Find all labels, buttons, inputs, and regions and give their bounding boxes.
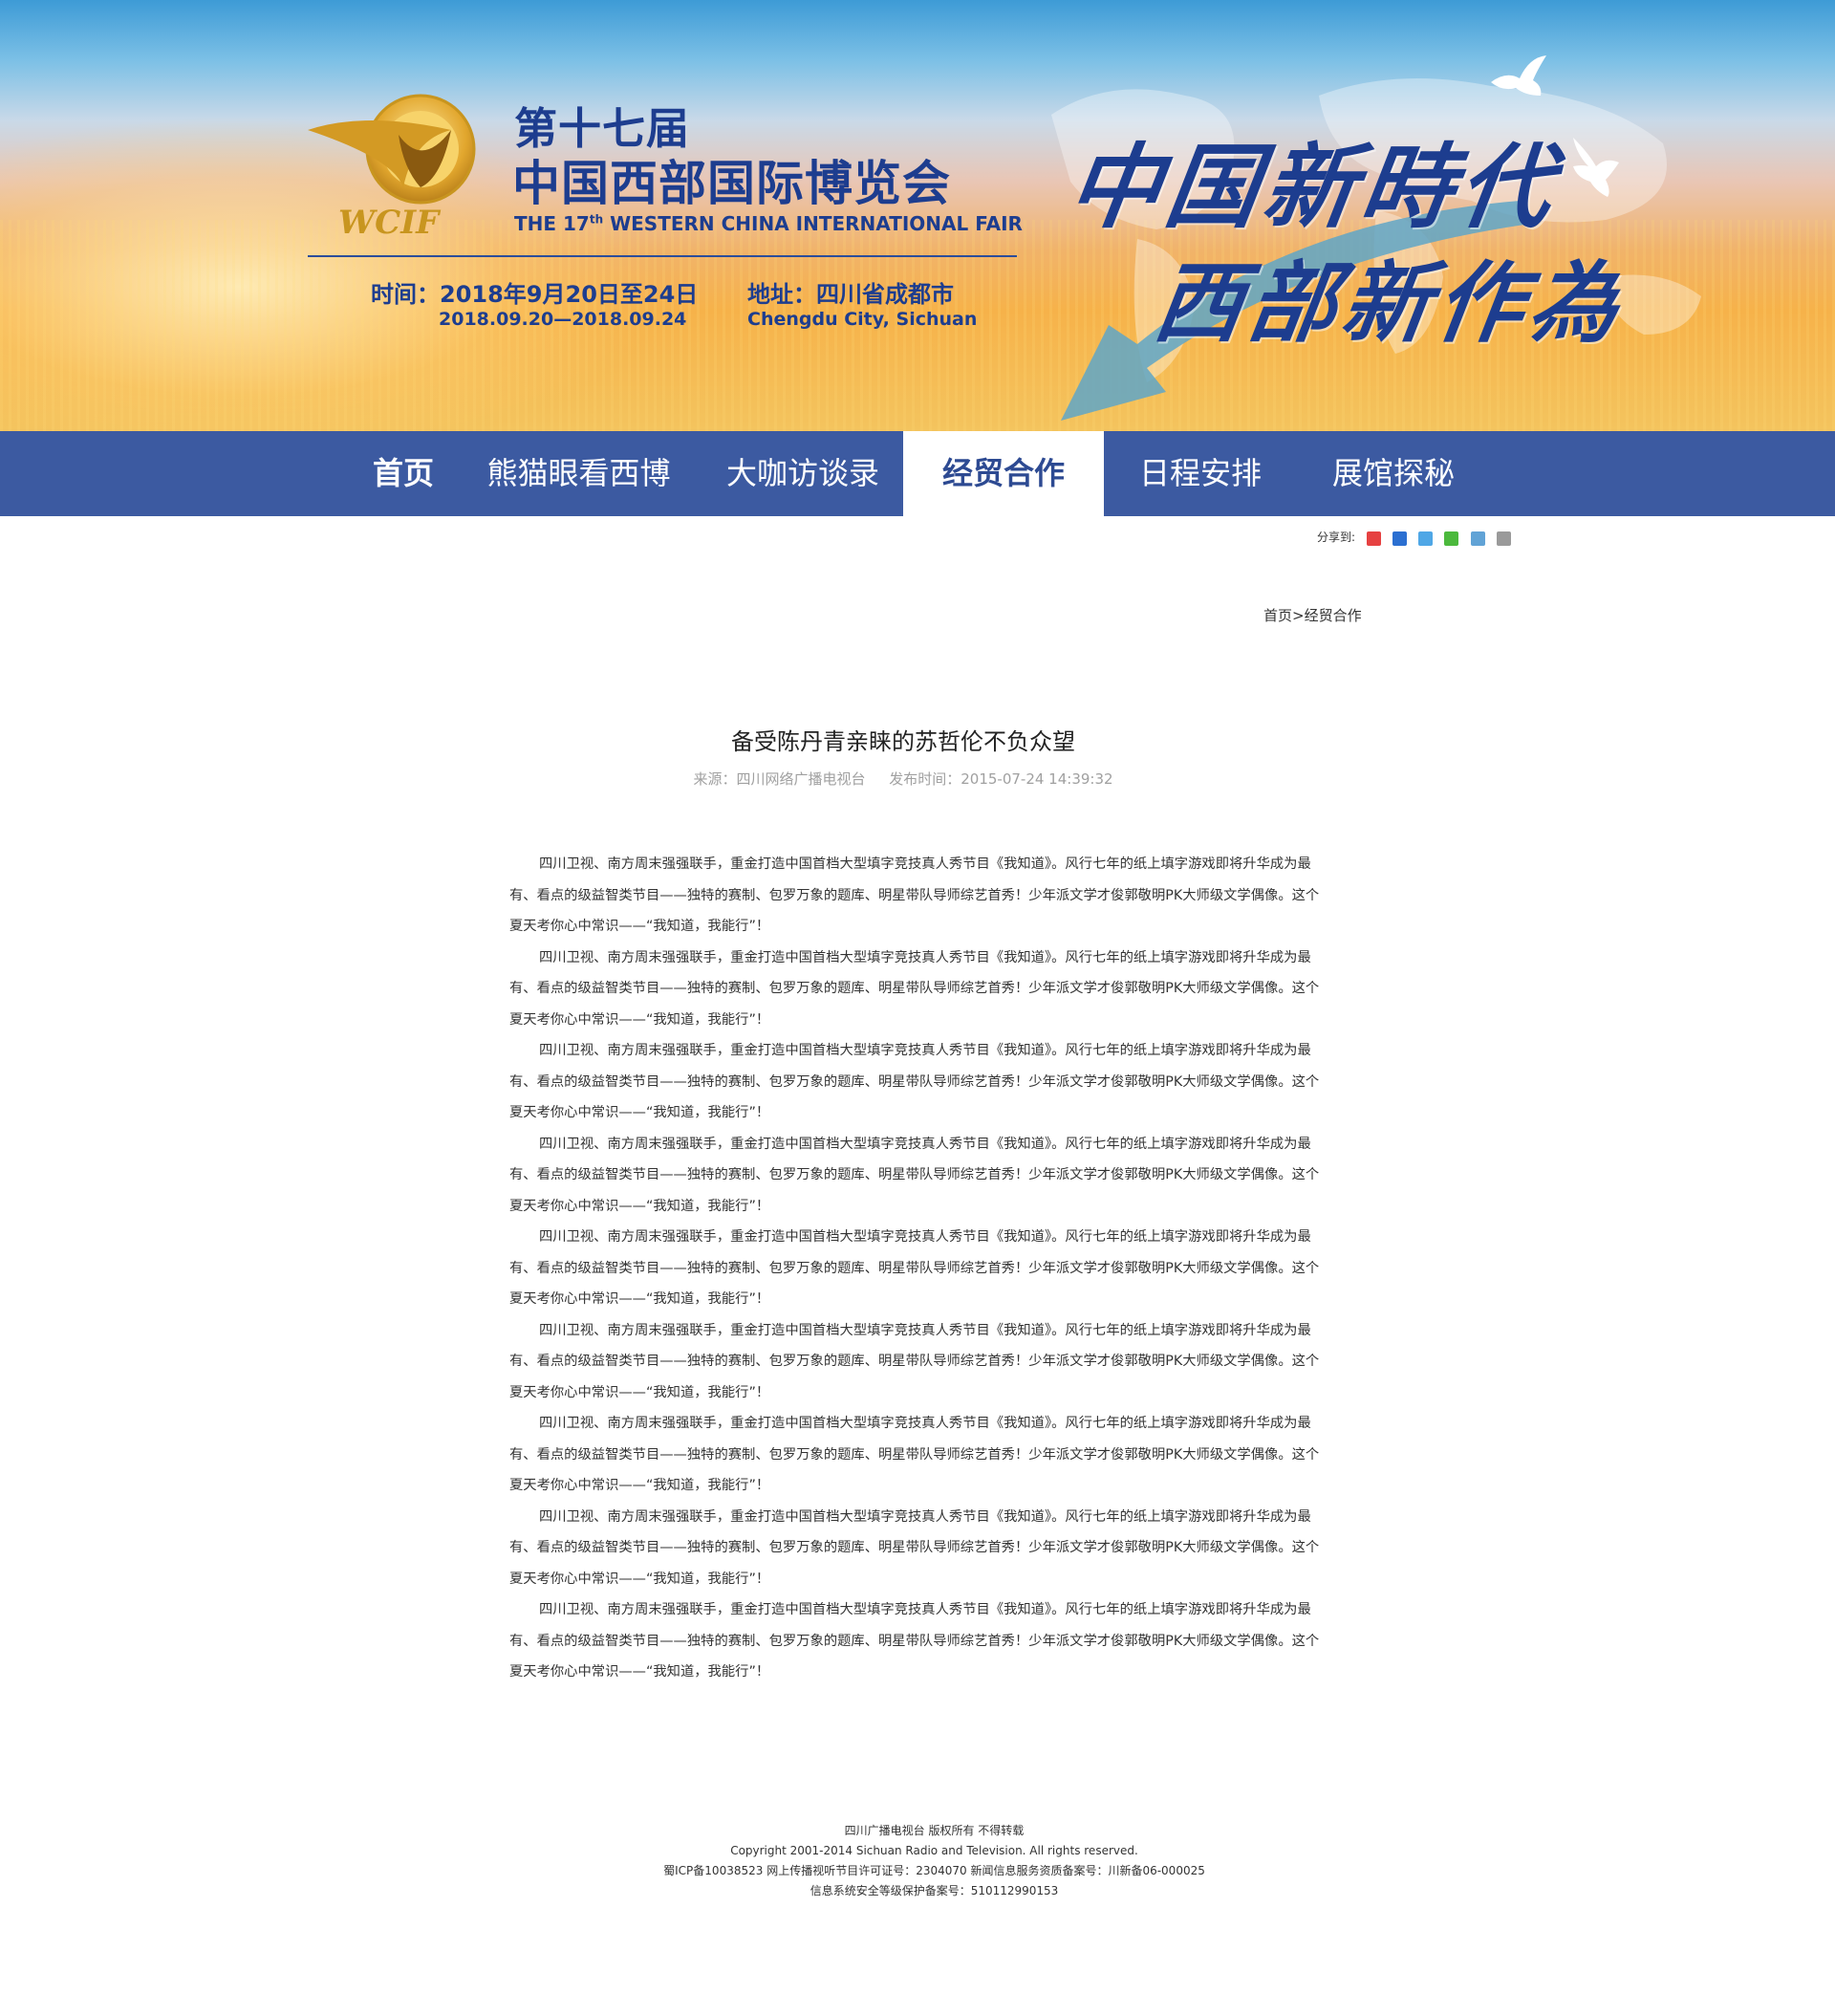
fair-address-en: Chengdu City, Sichuan (747, 309, 978, 330)
article-paragraph: 四川卫视、南方周末强强联手，重金打造中国首档大型填字竞技真人秀节目《我知道》。风… (509, 1043, 1320, 1120)
weibo-icon[interactable] (1367, 531, 1382, 546)
share-label: 分享到: (1317, 531, 1356, 544)
article-paragraph: 四川卫视、南方周末强强联手，重金打造中国首档大型填字竞技真人秀节目《我知道》。风… (509, 1229, 1320, 1307)
svg-text:WCIF: WCIF (338, 204, 442, 242)
breadcrumb-separator: > (1292, 607, 1305, 624)
fair-name-cn: 中国西部国际博览会 (512, 156, 951, 211)
nav-item-home[interactable]: 首页 (364, 431, 443, 516)
banner: WCIF 第十七届 中国西部国际博览会 THE 17th WESTERN CHI… (0, 0, 1835, 431)
article-paragraph: 四川卫视、南方周末强强联手，重金打造中国首档大型填字竞技真人秀节目《我知道》。风… (509, 856, 1320, 934)
fair-date-en: 2018.09.20—2018.09.24 (439, 309, 687, 330)
nav-item-pavilion[interactable]: 展馆探秘 (1324, 431, 1463, 516)
article-paragraph: 四川卫视、南方周末强强联手，重金打造中国首档大型填字竞技真人秀节目《我知道》。风… (509, 1508, 1320, 1587)
footer: 四川广播电视台 版权所有 不得转载 Copyright 2001-2014 Si… (0, 1821, 1835, 1901)
slogan-line-1: 中国新時代 (1061, 133, 1565, 241)
article-meta: 来源：四川网络广播电视台 发布时间：2015-07-24 14:39:32 (0, 769, 1806, 789)
share-bar: 分享到: (1317, 529, 1511, 546)
nav-item-schedule[interactable]: 日程安排 (1131, 431, 1270, 516)
fair-name-en: THE 17th WESTERN CHINA INTERNATIONAL FAI… (514, 212, 1023, 235)
article-paragraph: 四川卫视、南方周末强强联手，重金打造中国首档大型填字竞技真人秀节目《我知道》。风… (509, 1136, 1320, 1214)
renren-icon[interactable] (1470, 531, 1485, 546)
article-paragraph: 四川卫视、南方周末强强联手，重金打造中国首档大型填字竞技真人秀节目《我知道》。风… (509, 1322, 1320, 1400)
wcif-logo: WCIF (308, 94, 476, 242)
fair-date-cn: 时间：2018年9月20日至24日 (371, 281, 699, 308)
article-title: 备受陈丹青亲睐的苏哲伦不负众望 (731, 728, 1075, 755)
article-published: 发布时间：2015-07-24 14:39:32 (889, 770, 1113, 788)
breadcrumb: 首页>经贸合作 (1263, 605, 1362, 625)
banner-divider (308, 255, 1017, 257)
breadcrumb-current[interactable]: 经贸合作 (1305, 607, 1362, 624)
nav-item-trade-cooperation[interactable]: 经贸合作 (903, 431, 1104, 516)
nav-item-interviews[interactable]: 大咖访谈录 (717, 431, 889, 516)
main-nav: 首页 熊猫眼看西博 大咖访谈录 经贸合作 日程安排 展馆探秘 (0, 431, 1835, 516)
footer-copyright-en: Copyright 2001-2014 Sichuan Radio and Te… (730, 1844, 1138, 1857)
article-body: 四川卫视、南方周末强强联手，重金打造中国首档大型填字竞技真人秀节目《我知道》。风… (509, 849, 1322, 1688)
footer-license: 蜀ICP备10038523 网上传播视听节目许可证号：2304070 新闻信息服… (663, 1864, 1205, 1877)
slogan-line-2: 西部新作為 (1148, 251, 1631, 355)
qzone-icon[interactable] (1392, 531, 1408, 546)
qq-icon[interactable] (1418, 531, 1434, 546)
footer-copyright-cn: 四川广播电视台 版权所有 不得转载 (844, 1824, 1025, 1837)
nav-item-panda-view[interactable]: 熊猫眼看西博 (481, 431, 677, 516)
more-share-icon[interactable] (1496, 531, 1511, 546)
fair-address-cn: 地址：四川省成都市 (747, 281, 954, 308)
article-paragraph: 四川卫视、南方周末强强联手，重金打造中国首档大型填字竞技真人秀节目《我知道》。风… (509, 1602, 1320, 1680)
dove-icon (1573, 138, 1619, 197)
article-paragraph: 四川卫视、南方周末强强联手，重金打造中国首档大型填字竞技真人秀节目《我知道》。风… (509, 1416, 1320, 1493)
article-paragraph: 四川卫视、南方周末强强联手，重金打造中国首档大型填字竞技真人秀节目《我知道》。风… (509, 949, 1320, 1028)
dove-icon (1491, 55, 1546, 96)
article-source: 来源：四川网络广播电视台 (693, 770, 866, 788)
footer-security-record: 信息系统安全等级保护备案号：510112990153 (810, 1884, 1059, 1897)
wechat-icon[interactable] (1444, 531, 1459, 546)
breadcrumb-home[interactable]: 首页 (1263, 607, 1292, 624)
